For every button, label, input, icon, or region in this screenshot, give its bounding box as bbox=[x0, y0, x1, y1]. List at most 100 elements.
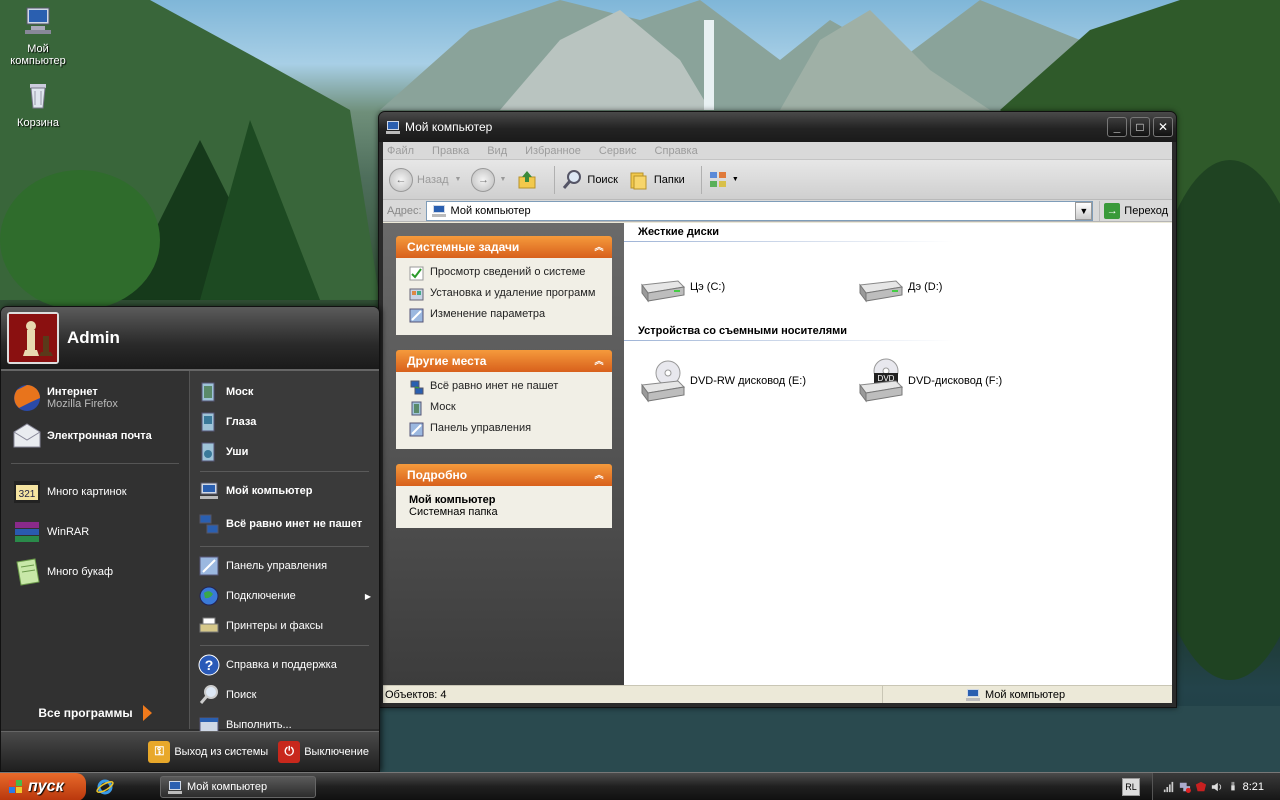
pinned-email[interactable]: Электронная почта bbox=[9, 417, 189, 455]
recent-label: Много картинок bbox=[47, 486, 127, 498]
media-icon: 321 bbox=[14, 481, 40, 503]
pinned-title: Электронная почта bbox=[47, 430, 152, 442]
volume-icon[interactable] bbox=[1211, 780, 1223, 794]
right-item-my-computer[interactable]: Мой компьютер bbox=[190, 476, 379, 506]
toolbar-separator bbox=[700, 165, 702, 194]
place-mosk[interactable]: Моск bbox=[409, 401, 604, 416]
collapse-chevron-icon[interactable]: ︽ bbox=[592, 240, 606, 254]
menu-separator bbox=[200, 471, 369, 472]
right-item-network[interactable]: Всё равно инет не пашет bbox=[190, 506, 379, 542]
language-indicator[interactable]: RL bbox=[1122, 777, 1140, 796]
drive-label: Цэ (C:) bbox=[690, 281, 726, 293]
folder-icon bbox=[630, 172, 647, 189]
right-item-connect[interactable]: Подключение ▶ bbox=[190, 581, 379, 611]
signal-icon[interactable] bbox=[1163, 780, 1175, 794]
recent-pictures[interactable]: 321 Много картинок bbox=[9, 472, 189, 512]
pinned-internet[interactable]: Интернет Mozilla Firefox bbox=[9, 379, 189, 417]
music-icon bbox=[201, 442, 215, 462]
firefox-icon bbox=[14, 385, 40, 411]
task-pane: Системные задачи ︽ Просмотр сведений о с… bbox=[383, 223, 624, 685]
menu-favorites[interactable]: Избранное bbox=[525, 145, 581, 157]
desktop-icon-recycle-bin[interactable]: Корзина bbox=[2, 78, 74, 129]
place-network[interactable]: Всё равно инет не пашет bbox=[409, 380, 604, 395]
menu-view[interactable]: Вид bbox=[487, 145, 507, 157]
title-bar[interactable]: Мой компьютер _ □ ✕ bbox=[379, 112, 1176, 142]
computer-icon bbox=[386, 121, 400, 134]
panel-header[interactable]: Системные задачи ︽ bbox=[396, 236, 612, 258]
collapse-chevron-icon[interactable]: ︽ bbox=[592, 468, 606, 482]
go-button[interactable]: → Переход bbox=[1099, 200, 1168, 221]
key-icon: ⚿ bbox=[148, 740, 171, 763]
documents-icon bbox=[411, 401, 422, 416]
up-folder-icon bbox=[518, 170, 536, 188]
close-button[interactable]: ✕ bbox=[1153, 117, 1173, 137]
menu-tools[interactable]: Сервис bbox=[599, 145, 637, 157]
clock[interactable]: 8:21 bbox=[1243, 781, 1264, 793]
right-item-mosk[interactable]: Моск bbox=[190, 377, 379, 407]
toolbar: ← Назад ▼ → ▼ Поиск Папки ▼ bbox=[383, 160, 1172, 200]
desktop-icon-my-computer[interactable]: Мой компьютер bbox=[2, 4, 74, 67]
task-label: Мой компьютер bbox=[187, 780, 268, 793]
logoff-button[interactable]: ⚿ Выход из системы bbox=[148, 740, 268, 763]
task-system-info[interactable]: Просмотр сведений о системе bbox=[409, 266, 604, 281]
address-input[interactable]: Мой компьютер ▼ bbox=[425, 200, 1094, 221]
shutdown-label: Выключение bbox=[304, 745, 369, 758]
internet-explorer-icon[interactable] bbox=[96, 778, 114, 796]
recent-winrar[interactable]: WinRAR bbox=[9, 512, 189, 552]
right-item-label: Панель управления bbox=[226, 560, 328, 572]
taskbar-button-my-computer[interactable]: Мой компьютер bbox=[160, 775, 316, 798]
place-control-panel[interactable]: Панель управления bbox=[409, 422, 604, 437]
panel-title: Системные задачи bbox=[407, 240, 520, 254]
svg-text:321: 321 bbox=[19, 489, 36, 500]
recent-notepad[interactable]: Много букаф bbox=[9, 552, 189, 592]
notepad-icon bbox=[16, 558, 40, 586]
right-item-control-panel[interactable]: Панель управления bbox=[190, 551, 379, 581]
shutdown-button[interactable]: ⏻ Выключение bbox=[278, 740, 369, 763]
chess-icon bbox=[9, 314, 57, 362]
avatar[interactable] bbox=[7, 312, 59, 364]
menu-file[interactable]: Файл bbox=[387, 145, 414, 157]
right-item-ears[interactable]: Уши bbox=[190, 437, 379, 467]
panel-header[interactable]: Другие места ︽ bbox=[396, 350, 612, 372]
forward-button[interactable]: → ▼ bbox=[471, 167, 506, 192]
drive-e[interactable]: DVD-RW дисковод (E:) bbox=[638, 357, 806, 405]
content-area: Системные задачи ︽ Просмотр сведений о с… bbox=[383, 223, 1172, 685]
back-button[interactable]: ← Назад ▼ bbox=[389, 167, 461, 192]
menu-separator bbox=[11, 463, 179, 464]
right-item-printers[interactable]: Принтеры и факсы bbox=[190, 611, 379, 641]
search-button[interactable]: Поиск bbox=[561, 169, 618, 191]
user-name: Admin bbox=[67, 328, 120, 347]
panel-body: Просмотр сведений о системе Установка и … bbox=[396, 258, 612, 335]
views-button[interactable]: ▼ bbox=[708, 169, 739, 191]
right-item-help[interactable]: ? Справка и поддержка bbox=[190, 650, 379, 680]
power-plug-icon[interactable] bbox=[1227, 780, 1239, 794]
drive-f[interactable]: DVD DVD-дисковод (F:) bbox=[856, 357, 1002, 405]
right-item-eyes[interactable]: Глаза bbox=[190, 407, 379, 437]
task-change-setting[interactable]: Изменение параметра bbox=[409, 308, 604, 323]
task-label: Установка и удаление программ bbox=[430, 287, 596, 299]
right-item-search[interactable]: Поиск bbox=[190, 680, 379, 710]
minimize-button[interactable]: _ bbox=[1107, 117, 1127, 137]
network-status-icon[interactable] bbox=[1179, 780, 1191, 794]
drive-d[interactable]: Дэ (D:) bbox=[856, 263, 942, 311]
up-folder-button[interactable] bbox=[516, 169, 538, 191]
panel-details: Подробно ︽ Мой компьютер Системная папка bbox=[396, 464, 612, 528]
collapse-chevron-icon[interactable]: ︽ bbox=[592, 354, 606, 368]
all-programs-button[interactable]: Все программы bbox=[1, 705, 189, 721]
drive-c[interactable]: Цэ (C:) bbox=[638, 263, 725, 311]
menu-help[interactable]: Справка bbox=[655, 145, 698, 157]
right-item-label: Уши bbox=[226, 446, 249, 458]
menu-edit[interactable]: Правка bbox=[432, 145, 469, 157]
task-add-remove-programs[interactable]: Установка и удаление программ bbox=[409, 287, 604, 302]
globe-icon bbox=[199, 586, 219, 606]
folders-button[interactable]: Папки bbox=[628, 169, 685, 191]
power-icon: ⏻ bbox=[278, 740, 301, 763]
security-alert-icon[interactable] bbox=[1195, 780, 1207, 794]
maximize-button[interactable]: □ bbox=[1130, 117, 1150, 137]
start-menu-right: Моск Глаза Уши Мой компьютер Всё равно и… bbox=[189, 371, 379, 733]
right-item-label: Всё равно инет не пашет bbox=[226, 517, 363, 530]
start-button[interactable]: пуск bbox=[0, 772, 86, 800]
start-menu-header: Admin bbox=[1, 307, 379, 371]
address-dropdown-button[interactable]: ▼ bbox=[1075, 201, 1093, 220]
panel-header[interactable]: Подробно ︽ bbox=[396, 464, 612, 486]
